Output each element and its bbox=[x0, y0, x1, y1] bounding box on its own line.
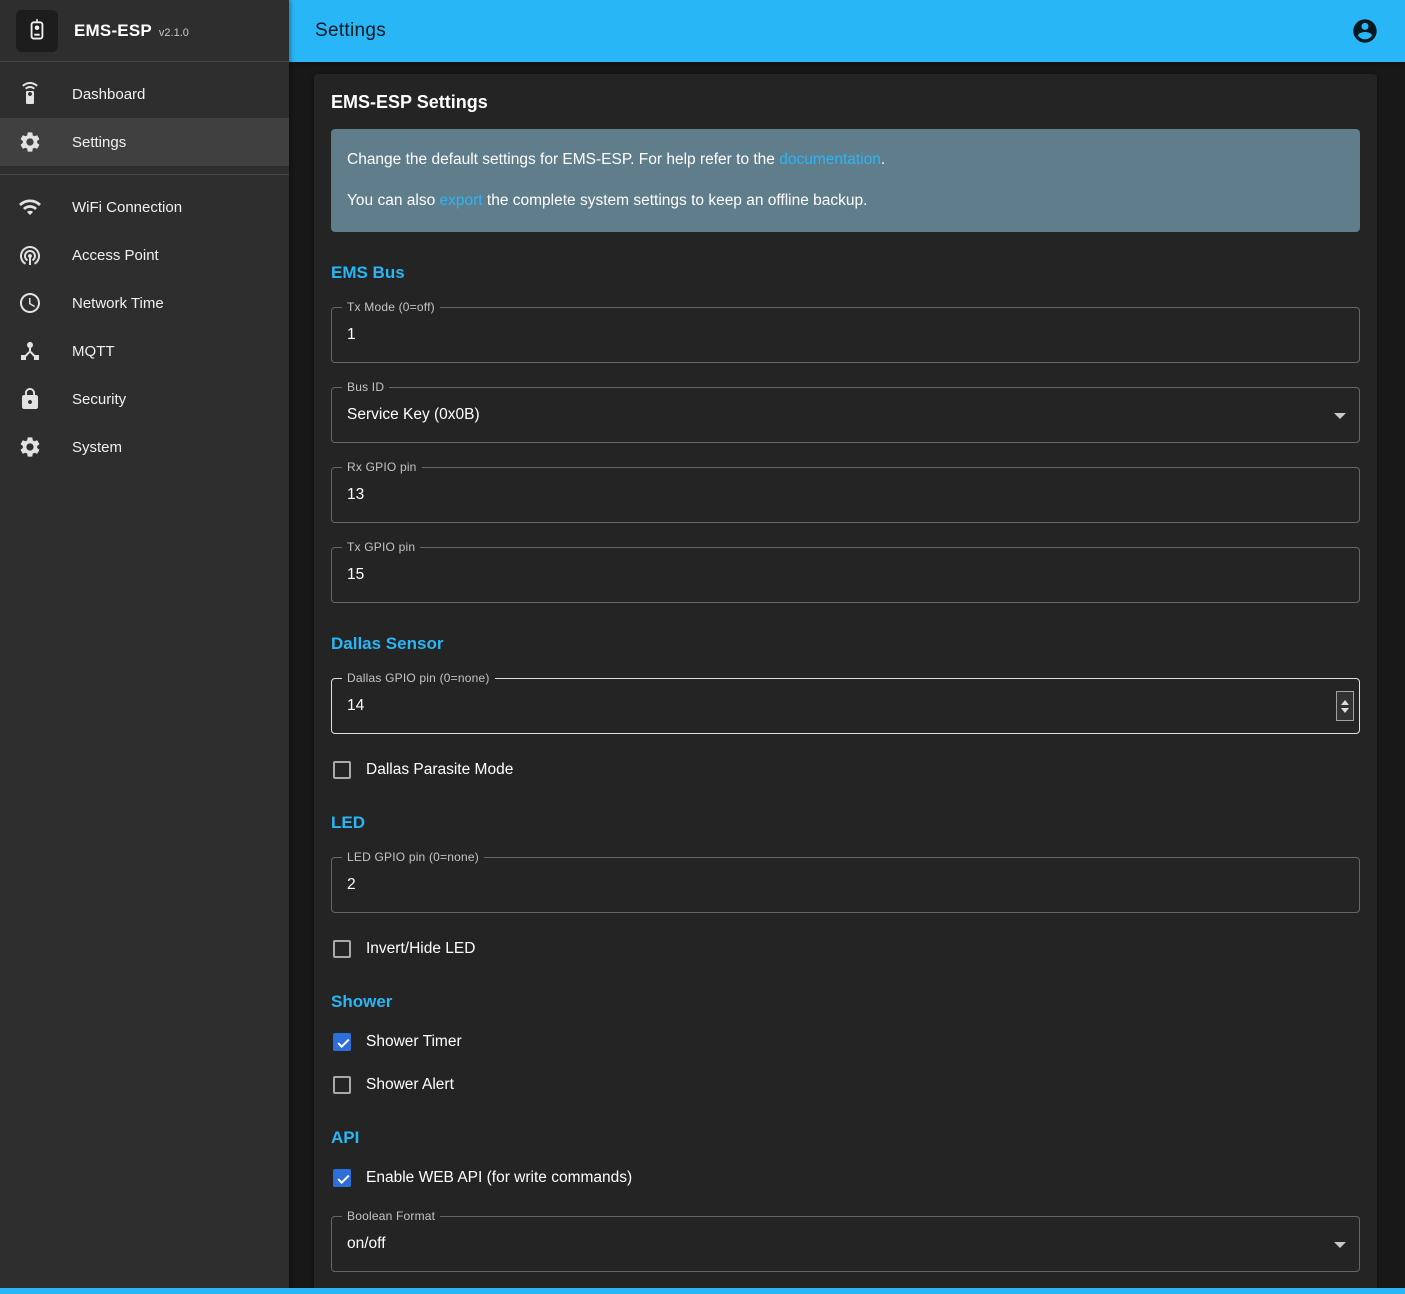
sidebar-item-label: Dashboard bbox=[72, 86, 145, 103]
checkbox-label: Invert/Hide LED bbox=[366, 940, 475, 958]
checkbox-icon[interactable] bbox=[333, 1076, 351, 1094]
tx-gpio-field: Tx GPIO pin bbox=[331, 547, 1360, 603]
sidebar-item-settings[interactable]: Settings bbox=[0, 118, 289, 166]
dropdown-caret-icon bbox=[1334, 1242, 1346, 1248]
sidebar-item-security[interactable]: Security bbox=[0, 375, 289, 423]
sidebar-item-label: Access Point bbox=[72, 247, 159, 264]
content-area: EMS-ESP Settings Change the default sett… bbox=[289, 62, 1405, 1294]
checkbox-label: Enable WEB API (for write commands) bbox=[366, 1169, 632, 1187]
ems-esp-logo-icon bbox=[16, 10, 58, 52]
account-circle-icon[interactable] bbox=[1351, 17, 1379, 45]
tx-mode-field: Tx Mode (0=off) bbox=[331, 307, 1360, 363]
clock-icon bbox=[18, 291, 42, 315]
sidebar-item-access-point[interactable]: Access Point bbox=[0, 231, 289, 279]
bus-id-select[interactable]: Bus ID Service Key (0x0B) bbox=[331, 387, 1360, 443]
device-dashboard-icon bbox=[18, 82, 42, 106]
info-line-1: Change the default settings for EMS-ESP.… bbox=[347, 148, 1344, 172]
bus-id-value: Service Key (0x0B) bbox=[332, 388, 1319, 442]
section-heading-shower: Shower bbox=[331, 992, 1360, 1012]
export-link[interactable]: export bbox=[440, 192, 483, 209]
checkbox-icon[interactable] bbox=[333, 1169, 351, 1187]
app-brand: EMS-ESP v2.1.0 bbox=[0, 0, 289, 62]
boolean-format-select[interactable]: Boolean Format on/off bbox=[331, 1216, 1360, 1272]
sidebar-item-label: System bbox=[72, 439, 122, 456]
sidebar-item-wifi-connection[interactable]: WiFi Connection bbox=[0, 183, 289, 231]
sidebar-item-label: Security bbox=[72, 391, 126, 408]
device-hub-icon bbox=[18, 339, 42, 363]
stepper-up-icon[interactable] bbox=[1341, 700, 1349, 705]
wifi-icon bbox=[18, 195, 42, 219]
sidebar-item-system[interactable]: System bbox=[0, 423, 289, 471]
checkbox-icon[interactable] bbox=[333, 1033, 351, 1051]
app-root: EMS-ESP v2.1.0 Dashboard Settings bbox=[0, 0, 1405, 1294]
card-title: EMS-ESP Settings bbox=[331, 92, 1360, 113]
app-name: EMS-ESP bbox=[74, 21, 152, 41]
tx-gpio-input[interactable] bbox=[332, 548, 1359, 602]
dallas-gpio-field: Dallas GPIO pin (0=none) bbox=[331, 678, 1360, 734]
gear-icon bbox=[18, 130, 42, 154]
section-heading-dallas-sensor: Dallas Sensor bbox=[331, 634, 1360, 654]
dallas-parasite-checkbox-row[interactable]: Dallas Parasite Mode bbox=[333, 758, 1360, 782]
page-title: Settings bbox=[315, 20, 386, 42]
section-heading-api: API bbox=[331, 1128, 1360, 1148]
settings-card: EMS-ESP Settings Change the default sett… bbox=[314, 74, 1377, 1294]
appbar: Settings bbox=[289, 0, 1405, 62]
shower-alert-checkbox-row[interactable]: Shower Alert bbox=[333, 1073, 1360, 1097]
info-line-2: You can also export the complete system … bbox=[347, 189, 1344, 213]
tx-mode-input[interactable] bbox=[332, 308, 1359, 362]
checkbox-icon[interactable] bbox=[333, 940, 351, 958]
section-heading-led: LED bbox=[331, 813, 1360, 833]
checkbox-label: Shower Timer bbox=[366, 1033, 462, 1051]
sidebar-item-dashboard[interactable]: Dashboard bbox=[0, 70, 289, 118]
sidebar-item-label: MQTT bbox=[72, 343, 115, 360]
info-banner: Change the default settings for EMS-ESP.… bbox=[331, 129, 1360, 232]
led-gpio-input[interactable] bbox=[332, 858, 1359, 912]
sidebar-item-label: Network Time bbox=[72, 295, 164, 312]
dropdown-caret-icon bbox=[1334, 413, 1346, 419]
app-version: v2.1.0 bbox=[159, 27, 189, 39]
checkbox-icon[interactable] bbox=[333, 761, 351, 779]
sidebar-nav: Dashboard Settings WiFi Connection A bbox=[0, 62, 289, 471]
invert-led-checkbox-row[interactable]: Invert/Hide LED bbox=[333, 937, 1360, 961]
sidebar: EMS-ESP v2.1.0 Dashboard Settings bbox=[0, 0, 289, 1294]
main-area: Settings EMS-ESP Settings Change the def… bbox=[289, 0, 1405, 1294]
checkbox-label: Dallas Parasite Mode bbox=[366, 761, 513, 779]
sidebar-item-mqtt[interactable]: MQTT bbox=[0, 327, 289, 375]
shower-timer-checkbox-row[interactable]: Shower Timer bbox=[333, 1030, 1360, 1054]
rx-gpio-field: Rx GPIO pin bbox=[331, 467, 1360, 523]
stepper-down-icon[interactable] bbox=[1341, 708, 1349, 713]
documentation-link[interactable]: documentation bbox=[779, 151, 881, 168]
checkbox-label: Shower Alert bbox=[366, 1076, 454, 1094]
sidebar-item-label: WiFi Connection bbox=[72, 199, 182, 216]
boolean-format-value: on/off bbox=[332, 1217, 1319, 1271]
bottom-accent-bar bbox=[0, 1288, 1405, 1294]
sidebar-item-network-time[interactable]: Network Time bbox=[0, 279, 289, 327]
rx-gpio-input[interactable] bbox=[332, 468, 1359, 522]
led-gpio-field: LED GPIO pin (0=none) bbox=[331, 857, 1360, 913]
sidebar-item-label: Settings bbox=[72, 134, 126, 151]
section-heading-ems-bus: EMS Bus bbox=[331, 263, 1360, 283]
wifi-tethering-icon bbox=[18, 243, 42, 267]
number-stepper[interactable] bbox=[1336, 691, 1354, 721]
sidebar-divider bbox=[0, 174, 289, 175]
lock-icon bbox=[18, 387, 42, 411]
web-api-checkbox-row[interactable]: Enable WEB API (for write commands) bbox=[333, 1166, 1360, 1190]
dallas-gpio-input[interactable] bbox=[332, 679, 1359, 733]
gear-icon bbox=[18, 435, 42, 459]
